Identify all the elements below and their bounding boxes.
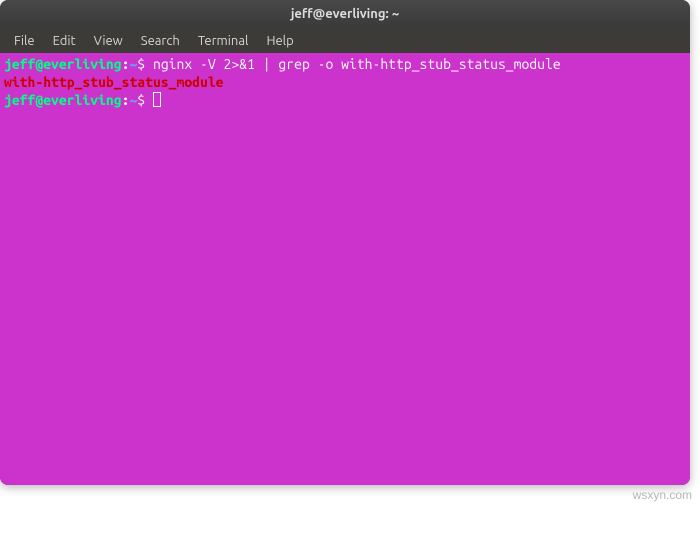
menubar: File Edit View Search Terminal Help — [0, 28, 690, 53]
prompt-dollar: $ — [137, 92, 153, 108]
terminal-line: with-http_stub_status_module — [4, 73, 686, 91]
window-title: jeff@everliving: ~ — [291, 7, 399, 21]
prompt-user: jeff@everliving — [4, 56, 122, 72]
cursor — [153, 92, 161, 107]
menu-help[interactable]: Help — [258, 31, 301, 51]
terminal-line: jeff@everliving:~$ — [4, 91, 686, 109]
terminal-body[interactable]: jeff@everliving:~$ nginx -V 2>&1 | grep … — [0, 53, 690, 485]
terminal-line: jeff@everliving:~$ nginx -V 2>&1 | grep … — [4, 55, 686, 73]
menu-search[interactable]: Search — [133, 31, 188, 51]
menu-file[interactable]: File — [6, 31, 43, 51]
watermark: wsxyn.com — [633, 488, 692, 502]
command-output: with-http_stub_status_module — [4, 74, 224, 90]
menu-terminal[interactable]: Terminal — [190, 31, 257, 51]
terminal-window: jeff@everliving: ~ File Edit View Search… — [0, 0, 690, 485]
prompt-dollar: $ — [137, 56, 153, 72]
menu-view[interactable]: View — [86, 31, 131, 51]
titlebar[interactable]: jeff@everliving: ~ — [0, 0, 690, 28]
command-text: nginx -V 2>&1 | grep -o with-http_stub_s… — [153, 56, 561, 72]
menu-edit[interactable]: Edit — [45, 31, 84, 51]
prompt-user: jeff@everliving — [4, 92, 122, 108]
